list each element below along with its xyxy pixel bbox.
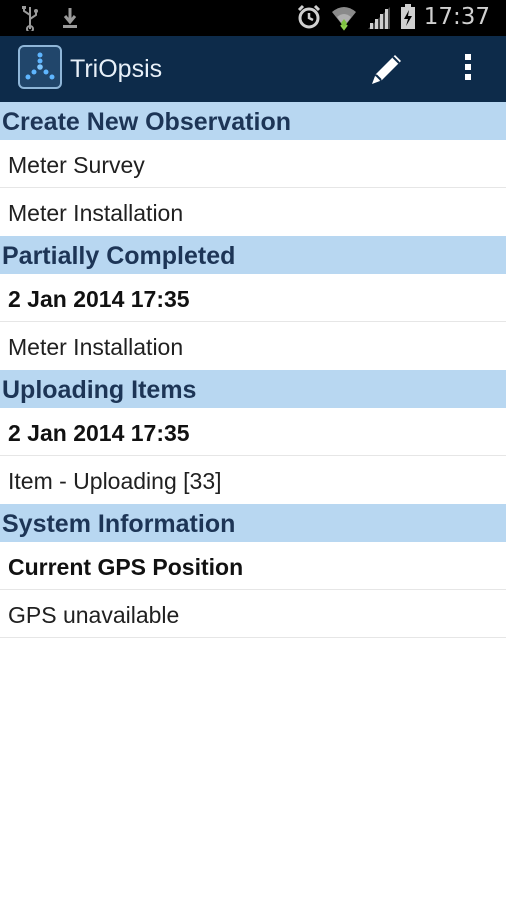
list-item-upload-status[interactable]: Item - Uploading [33] <box>0 456 506 504</box>
list-item-upload-timestamp[interactable]: 2 Jan 2014 17:35 <box>0 408 506 456</box>
status-time: 17:37 <box>423 4 490 30</box>
main-list: Create New Observation Meter Survey Mete… <box>0 102 506 638</box>
section-header-system-information: System Information <box>0 504 506 542</box>
list-item-gps-title: Current GPS Position <box>0 542 506 590</box>
app-logo-icon[interactable] <box>18 45 62 89</box>
alarm-icon <box>297 4 320 29</box>
action-bar: TriOpsis <box>0 36 506 102</box>
status-bar: 17:37 <box>0 0 506 36</box>
triopsis-logo-icon <box>25 52 55 80</box>
overflow-dot-icon <box>465 54 471 60</box>
list-item-meter-installation[interactable]: Meter Installation <box>0 188 506 236</box>
overflow-dot-icon <box>465 74 471 80</box>
list-item-partial-type[interactable]: Meter Installation <box>0 322 506 370</box>
app-title: TriOpsis <box>70 55 163 83</box>
overflow-menu-button[interactable] <box>456 50 480 88</box>
signal-icon <box>367 7 390 29</box>
section-header-uploading-items: Uploading Items <box>0 370 506 408</box>
section-header-create-new-observation: Create New Observation <box>0 102 506 140</box>
list-item-meter-survey[interactable]: Meter Survey <box>0 140 506 188</box>
edit-button[interactable] <box>366 48 408 90</box>
usb-icon <box>22 6 38 31</box>
wifi-icon <box>331 7 356 31</box>
battery-charging-icon <box>400 4 415 29</box>
list-item-partial-timestamp[interactable]: 2 Jan 2014 17:35 <box>0 274 506 322</box>
edit-icon <box>372 55 401 84</box>
section-header-partially-completed: Partially Completed <box>0 236 506 274</box>
list-item-gps-status: GPS unavailable <box>0 590 506 638</box>
overflow-dot-icon <box>465 64 471 70</box>
download-icon <box>63 8 77 28</box>
